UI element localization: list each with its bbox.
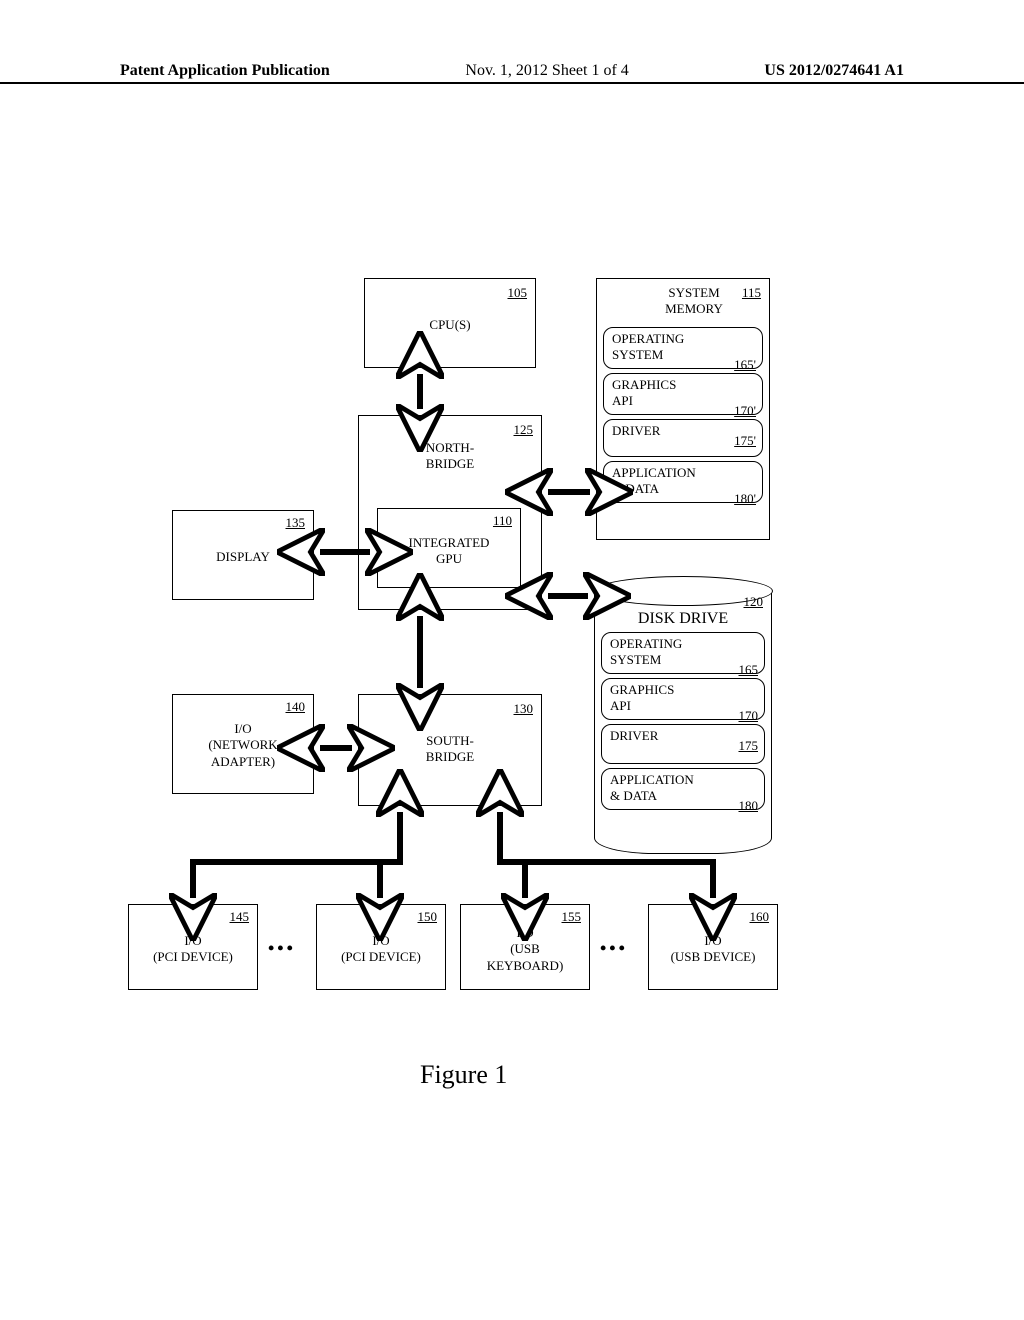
figure-caption: Figure 1 <box>420 1060 507 1090</box>
diagram-canvas: 105 CPU(S) 125 NORTH- BRIDGE 110 INTEGRA… <box>0 0 1024 1320</box>
connector-lines <box>0 0 1024 1320</box>
